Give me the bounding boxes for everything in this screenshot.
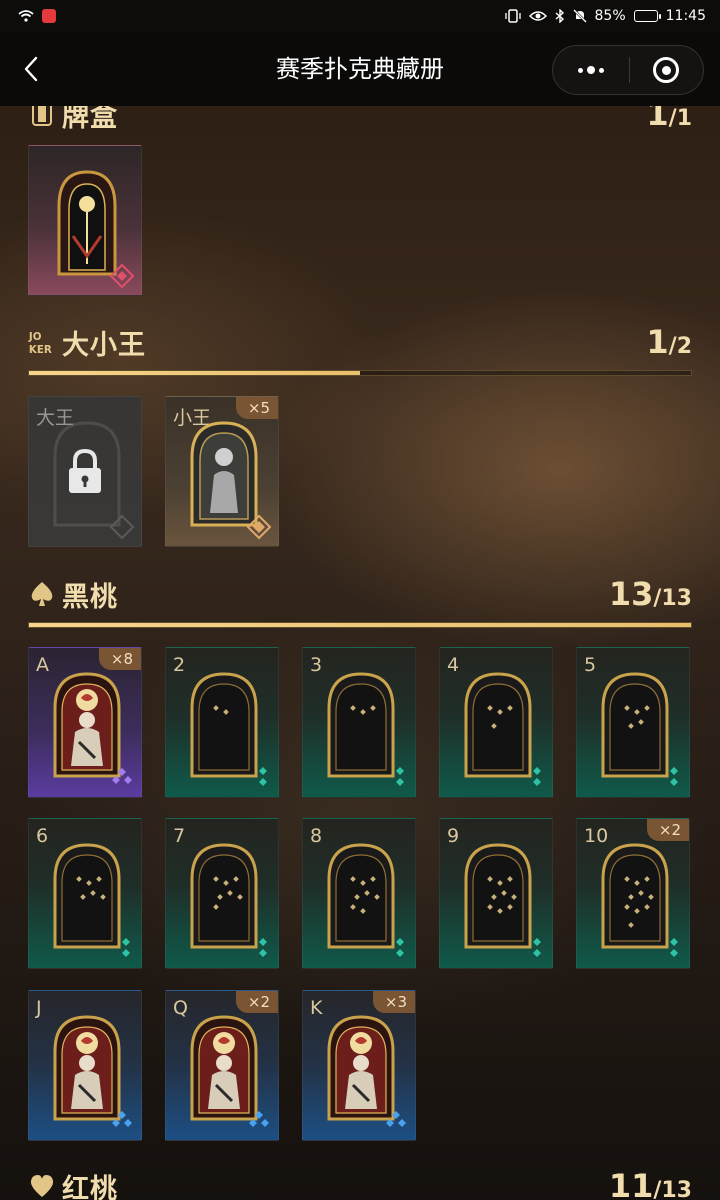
pip-card-art bbox=[464, 843, 532, 949]
section-card-box: 牌盒 1/1 bbox=[28, 106, 692, 134]
card-small-joker[interactable]: 小王 ×5 bbox=[165, 396, 279, 547]
nav-bar: 赛季扑克典藏册 bbox=[0, 32, 720, 106]
pip-card-art bbox=[601, 672, 669, 778]
spade-card[interactable]: 3 bbox=[302, 647, 416, 798]
rarity-icon bbox=[249, 1111, 269, 1127]
card-box-art bbox=[57, 170, 117, 276]
svg-text:JO: JO bbox=[28, 331, 42, 343]
album-content[interactable]: 牌盒 1/1 JO KER 大小王 1/2 大王 小王 ×5 黑桃 13/13 … bbox=[0, 106, 720, 1200]
heart-icon bbox=[28, 1172, 56, 1200]
progress-bar bbox=[28, 370, 692, 376]
rarity-icon bbox=[122, 938, 130, 957]
spade-card[interactable]: K ×3 bbox=[302, 990, 416, 1141]
rarity-icon bbox=[112, 1111, 132, 1127]
rarity-icon bbox=[259, 938, 267, 957]
section-title: 黑桃 bbox=[62, 581, 118, 613]
wifi-icon bbox=[18, 10, 34, 22]
mute-icon bbox=[572, 9, 587, 23]
eye-icon bbox=[528, 11, 547, 21]
more-dots-icon bbox=[577, 66, 604, 74]
pip-card-art bbox=[327, 843, 395, 949]
status-time: 11:45 bbox=[665, 8, 706, 24]
pip-card-art bbox=[464, 672, 532, 778]
pip-card-art bbox=[190, 672, 258, 778]
more-button[interactable] bbox=[553, 45, 629, 95]
close-button[interactable] bbox=[630, 45, 704, 95]
progress-fill bbox=[29, 371, 360, 375]
rarity-icon bbox=[396, 767, 404, 786]
card-rank: J bbox=[36, 997, 42, 1019]
spade-card[interactable]: 8 bbox=[302, 818, 416, 969]
capsule-close-icon bbox=[653, 57, 680, 83]
pip-card-art bbox=[190, 843, 258, 949]
progress-fill bbox=[29, 623, 691, 627]
section-count: 1/2 bbox=[646, 323, 692, 361]
rarity-icon bbox=[670, 767, 678, 786]
app-notification-icon bbox=[42, 9, 56, 23]
pip-card-art bbox=[327, 672, 395, 778]
section-count: 13/13 bbox=[608, 575, 692, 613]
joker-icon: JO KER bbox=[28, 328, 56, 356]
spade-card[interactable]: 6 bbox=[28, 818, 142, 969]
face-card-art bbox=[327, 1015, 395, 1121]
spade-card[interactable]: A ×8 bbox=[28, 647, 142, 798]
section-hearts: 红桃 11/13 bbox=[28, 1166, 692, 1200]
rarity-icon bbox=[670, 938, 678, 957]
bluetooth-icon bbox=[555, 9, 564, 23]
lock-icon bbox=[69, 448, 101, 493]
spade-card[interactable]: 7 bbox=[165, 818, 279, 969]
pip-card-art bbox=[53, 843, 121, 949]
spade-card[interactable]: 10 ×2 bbox=[576, 818, 690, 969]
card-box-icon bbox=[28, 106, 56, 128]
battery-percent: 85% bbox=[594, 8, 626, 24]
section-count: 11/13 bbox=[608, 1167, 692, 1200]
mini-program-capsule bbox=[552, 45, 704, 95]
small-joker-art bbox=[190, 421, 258, 527]
vibrate-icon bbox=[504, 9, 521, 23]
spade-card[interactable]: 5 bbox=[576, 647, 690, 798]
diamond-rarity-icon bbox=[109, 514, 135, 540]
duplicate-badge: ×8 bbox=[98, 648, 141, 670]
rarity-icon bbox=[259, 767, 267, 786]
pip-card-art bbox=[601, 843, 669, 949]
section-jokers: JO KER 大小王 1/2 bbox=[28, 322, 692, 376]
spade-card[interactable]: Q ×2 bbox=[165, 990, 279, 1141]
spade-icon bbox=[28, 580, 56, 608]
face-card-art bbox=[53, 1015, 121, 1121]
spade-card[interactable]: J bbox=[28, 990, 142, 1141]
section-title: 红桃 bbox=[62, 1173, 118, 1200]
rarity-icon bbox=[396, 938, 404, 957]
progress-bar bbox=[28, 622, 692, 628]
section-count: 1/1 bbox=[646, 106, 692, 133]
joker-rarity-icon bbox=[246, 514, 272, 540]
card-big-joker[interactable]: 大王 bbox=[28, 396, 142, 547]
duplicate-badge: ×2 bbox=[235, 991, 278, 1013]
spade-card[interactable]: 4 bbox=[439, 647, 553, 798]
battery-icon bbox=[633, 10, 661, 22]
spade-card[interactable]: 2 bbox=[165, 647, 279, 798]
status-bar: 85% 11:45 bbox=[0, 0, 720, 32]
duplicate-badge: ×3 bbox=[372, 991, 415, 1013]
section-title: 大小王 bbox=[62, 329, 146, 361]
face-card-art bbox=[190, 1015, 258, 1121]
duplicate-badge: ×2 bbox=[646, 819, 689, 841]
rarity-icon bbox=[386, 1111, 406, 1127]
card-box-card[interactable] bbox=[28, 145, 142, 296]
spade-card[interactable]: 9 bbox=[439, 818, 553, 969]
rarity-icon bbox=[533, 938, 541, 957]
diamond-rarity-icon bbox=[109, 263, 135, 289]
svg-text:KER: KER bbox=[29, 344, 52, 356]
section-spades: 黑桃 13/13 bbox=[28, 574, 692, 628]
rarity-icon bbox=[112, 768, 132, 784]
section-title: 牌盒 bbox=[62, 106, 118, 133]
back-button[interactable] bbox=[16, 54, 46, 84]
face-card-art bbox=[53, 672, 121, 778]
duplicate-badge: ×5 bbox=[235, 397, 278, 419]
chevron-left-icon bbox=[24, 56, 38, 82]
rarity-icon bbox=[533, 767, 541, 786]
